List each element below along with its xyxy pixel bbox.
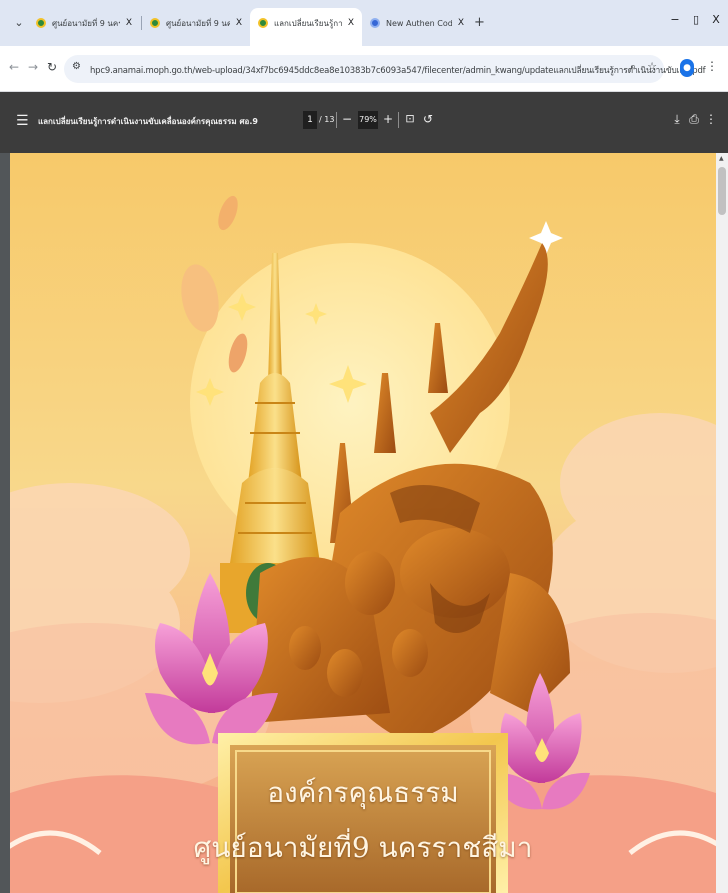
tab-4-close-icon[interactable]: X bbox=[458, 18, 464, 28]
pdf-more-icon[interactable]: ⋮ bbox=[704, 112, 718, 126]
bookmark-star-icon[interactable]: ☆ bbox=[645, 60, 659, 73]
tab-2-close-icon[interactable]: X bbox=[236, 18, 242, 28]
zoom-out-icon[interactable]: − bbox=[340, 112, 354, 126]
scrollbar-thumb[interactable] bbox=[718, 167, 726, 215]
rotate-icon[interactable]: ↺ bbox=[421, 112, 435, 126]
page-total: / 13 bbox=[319, 115, 335, 124]
cover-title-line-2: ศูนย์อนามัยที่9 นครราชสีมา bbox=[193, 831, 533, 864]
site-info-icon[interactable]: ⚙ bbox=[72, 61, 81, 72]
tab-4[interactable]: New Authen Code X bbox=[362, 8, 472, 38]
moph-seal-icon bbox=[258, 18, 268, 28]
tab-2[interactable]: ศูนย์อนามัยที่ 9 นครราชสีมา | ประกั X bbox=[142, 8, 250, 38]
toolbar-divider bbox=[398, 112, 399, 128]
maximize-button[interactable]: ▯ bbox=[686, 13, 706, 26]
pdf-toolbar: ☰ แลกเปลี่ยนเรียนรู้การดำเนินงานขับเคลื่… bbox=[0, 92, 728, 153]
tab-3-close-icon[interactable]: X bbox=[348, 18, 354, 28]
browser-toolbar: ← → ↻ ⚙ hpc9.anamai.moph.go.th/web-uploa… bbox=[0, 46, 728, 92]
download-icon[interactable]: ⤓ bbox=[670, 112, 684, 127]
url-text[interactable]: hpc9.anamai.moph.go.th/web-upload/34xf7b… bbox=[90, 63, 706, 77]
toolbar-divider bbox=[336, 112, 337, 128]
page-number-input[interactable]: 1 bbox=[303, 111, 317, 129]
reload-icon[interactable]: ↻ bbox=[44, 60, 60, 74]
tab-3-label: แลกเปลี่ยนเรียนรู้การดำเนินงานขับเค bbox=[274, 18, 342, 28]
moph-seal-icon bbox=[150, 18, 160, 28]
minimize-button[interactable]: − bbox=[665, 13, 685, 26]
profile-avatar-icon[interactable]: ● bbox=[680, 59, 694, 77]
new-tab-button[interactable]: + bbox=[474, 15, 485, 30]
tab-2-label: ศูนย์อนามัยที่ 9 นครราชสีมา | ประกั bbox=[166, 18, 230, 28]
zoom-magnifier-icon[interactable]: ⌕ bbox=[626, 60, 640, 74]
zoom-level-input[interactable]: 79% bbox=[358, 111, 378, 129]
tab-3-active[interactable]: แลกเปลี่ยนเรียนรู้การดำเนินงานขับเค X bbox=[250, 8, 362, 46]
pdf-document-title: แลกเปลี่ยนเรียนรู้การดำเนินงานขับเคลื่อน… bbox=[38, 117, 258, 126]
forward-arrow-icon[interactable]: → bbox=[25, 60, 41, 74]
pdf-page-cover: องค์กรคุณธรรม ศูนย์อนามัยที่9 นครราชสีมา bbox=[10, 153, 716, 893]
cover-title-line-1: องค์กรคุณธรรม bbox=[267, 776, 459, 809]
pdf-viewport[interactable]: องค์กรคุณธรรม ศูนย์อนามัยที่9 นครราชสีมา… bbox=[0, 153, 728, 893]
pdf-sidebar-menu-icon[interactable]: ☰ bbox=[16, 113, 29, 129]
back-arrow-icon[interactable]: ← bbox=[6, 60, 22, 74]
scroll-up-arrow-icon[interactable]: ▲ bbox=[719, 155, 724, 162]
print-icon[interactable]: ⎙ bbox=[687, 112, 701, 127]
tab-1[interactable]: ศูนย์อนามัยที่ 9 นครราชสีมา | หน้าแ X bbox=[28, 8, 140, 38]
zoom-in-icon[interactable]: + bbox=[381, 112, 395, 126]
moph-seal-icon bbox=[36, 18, 46, 28]
tab-strip: ⌄ ศูนย์อนามัยที่ 9 นครราชสีมา | หน้าแ X … bbox=[0, 0, 728, 46]
tab-1-label: ศูนย์อนามัยที่ 9 นครราชสีมา | หน้าแ bbox=[52, 18, 120, 28]
tab-search-chevron-icon[interactable]: ⌄ bbox=[10, 14, 28, 32]
address-bar[interactable]: ⚙ hpc9.anamai.moph.go.th/web-upload/34xf… bbox=[64, 55, 706, 83]
tab-4-label: New Authen Code bbox=[386, 18, 452, 28]
scrollbar[interactable]: ▲ bbox=[716, 153, 728, 893]
tab-1-close-icon[interactable]: X bbox=[126, 18, 132, 28]
fit-to-page-icon[interactable]: ⊡ bbox=[403, 112, 417, 125]
browser-menu-icon[interactable]: ⋮ bbox=[706, 59, 718, 73]
close-window-button[interactable]: X bbox=[706, 13, 726, 26]
authen-icon bbox=[370, 18, 380, 28]
